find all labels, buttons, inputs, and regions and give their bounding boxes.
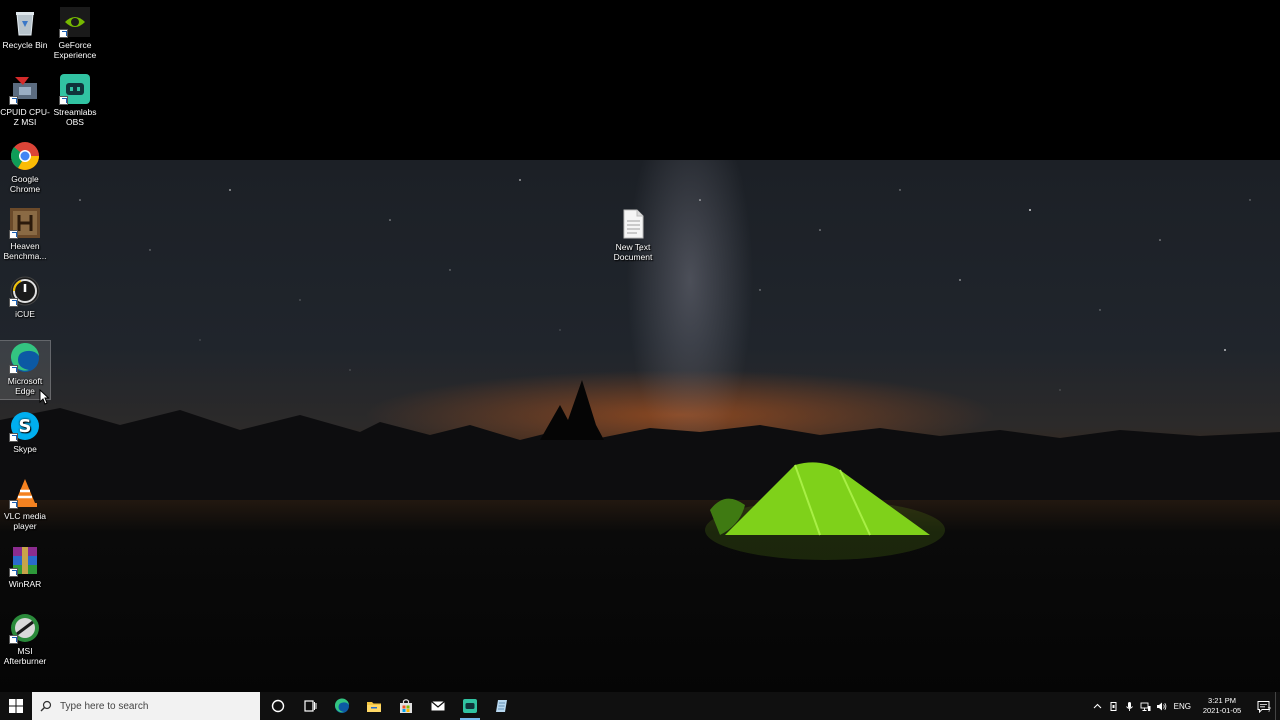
shortcut-arrow-icon [9,635,18,644]
streamlabs-obs-icon [463,699,477,713]
taskbar-notepad-button[interactable] [486,692,518,720]
desktop-icon-google-chrome[interactable]: Google Chrome [0,140,50,194]
notepad-icon [496,700,507,712]
cortana-button[interactable] [262,692,294,720]
tray-volume-button[interactable] [1154,692,1170,720]
file-explorer-icon [367,702,381,712]
shortcut-arrow-icon [9,365,18,374]
desktop-icon-icue[interactable]: iCUE [0,275,50,319]
desktop-icon-recycle-bin[interactable]: Recycle Bin [0,6,50,50]
tray-microphone-button[interactable] [1122,692,1138,720]
system-tray: ENG 3:21 PM 2021-01-05 7 [1090,692,1280,720]
shortcut-arrow-icon [59,96,68,105]
mountain-silhouette [0,380,1280,500]
clock-date: 2021-01-05 [1202,706,1242,715]
network-icon [1140,702,1151,711]
shortcut-arrow-icon [9,433,18,442]
search-icon [40,700,52,712]
taskbar-mail-button[interactable] [422,692,454,720]
desktop-icon-geforce-experience[interactable]: GeForce Experience [50,6,100,60]
mouse-cursor-icon [39,389,49,405]
microphone-icon [1126,701,1134,711]
chevron-up-icon [1093,703,1102,708]
edge-icon [334,698,349,713]
desktop-icon-new-text-document[interactable]: New Text Document [608,208,658,262]
taskbar-search-box[interactable]: Type here to search [32,692,260,720]
taskbar-store-button[interactable] [390,692,422,720]
glowing-tent [705,462,945,560]
shortcut-arrow-icon [9,298,18,307]
language-indicator[interactable]: ENG [1174,702,1191,711]
search-placeholder: Type here to search [60,700,149,712]
desktop-icon-streamlabs-obs[interactable]: Streamlabs OBS [50,73,100,127]
taskbar: Type here to search ENG 3:21 PM 2021-01-… [0,692,1280,720]
desktop-icon-winrar[interactable]: WinRAR [0,545,50,589]
desktop-icon-cpu-z[interactable]: CPUID CPU-Z MSI [0,73,50,127]
desktop-icon-msi-afterburner[interactable]: MSI Afterburner [0,612,50,666]
mail-icon [431,701,445,711]
show-hidden-icons-button[interactable] [1090,692,1106,720]
text-document-icon [623,209,644,239]
shortcut-arrow-icon [9,96,18,105]
shortcut-arrow-icon [9,500,18,509]
action-center-button[interactable]: 7 [1251,692,1275,720]
shortcut-arrow-icon [9,230,18,239]
taskbar-clock[interactable]: 3:21 PM 2021-01-05 [1199,696,1245,716]
chrome-icon [10,142,39,170]
taskbar-file-explorer-button[interactable] [358,692,390,720]
volume-icon [1157,702,1167,710]
svg-text:S: S [19,416,32,437]
taskbar-streamlabs-button[interactable] [454,692,486,720]
shortcut-arrow-icon [59,29,68,38]
recycle-bin-icon [16,12,34,36]
taskbar-edge-button[interactable] [326,692,358,720]
notification-count-badge: 7 [1267,708,1271,714]
tray-network-button[interactable] [1138,692,1154,720]
microsoft-store-icon [400,699,412,713]
desktop-icon-heaven-benchmark[interactable]: Heaven Benchma... [0,207,50,261]
clock-time: 3:21 PM [1208,696,1236,705]
desktop-icon-vlc[interactable]: VLC media player [0,477,50,531]
task-view-icon [304,700,317,712]
desktop-icon-skype[interactable]: S Skype [0,410,50,454]
show-desktop-button[interactable] [1275,692,1280,720]
device-icon [1110,701,1117,711]
tray-network-adapter-button[interactable] [1106,692,1122,720]
windows-logo-icon [9,699,23,713]
task-view-button[interactable] [294,692,326,720]
start-button[interactable] [0,692,32,720]
cortana-icon [271,699,285,713]
shortcut-arrow-icon [9,568,18,577]
